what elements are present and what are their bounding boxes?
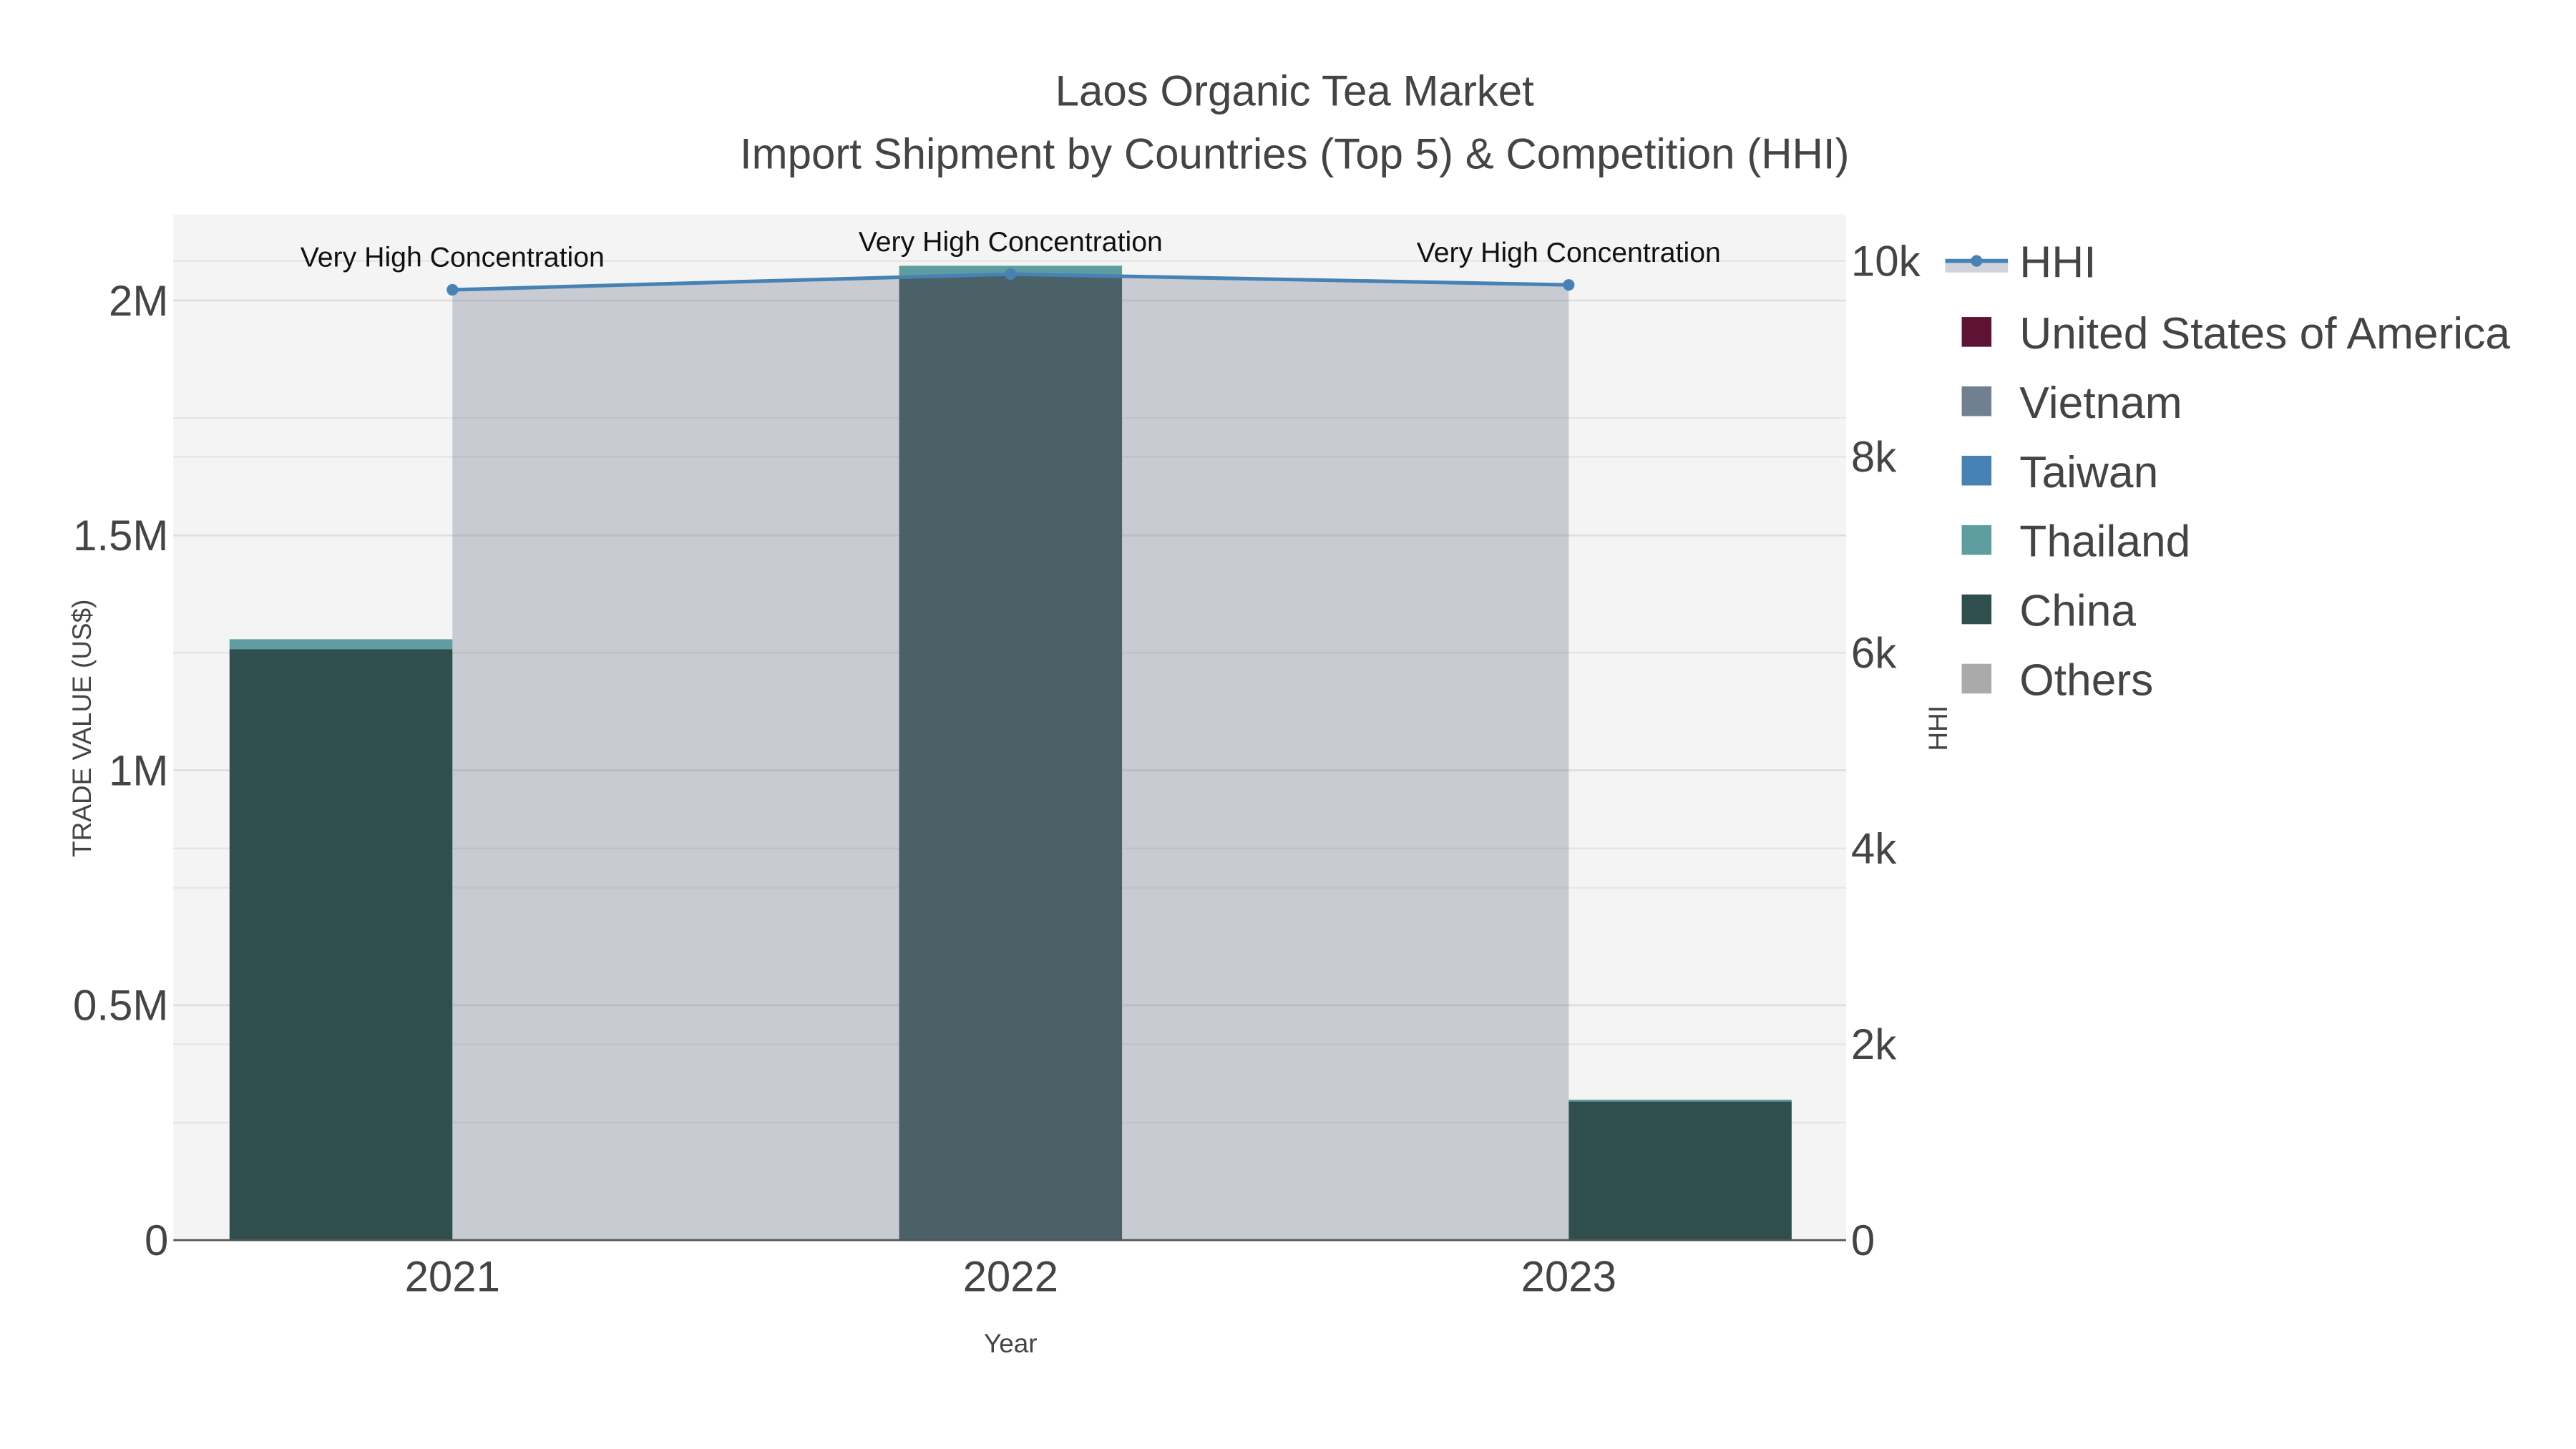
y-tick-label: 2M <box>109 277 168 325</box>
legend-swatch <box>1961 386 1992 416</box>
hhi-area <box>452 274 1569 1241</box>
y-tick-label: 0.5M <box>73 982 168 1030</box>
y-tick-label: 0 <box>145 1216 168 1264</box>
legend-label: Others <box>2019 656 2153 706</box>
hhi-point <box>447 283 459 296</box>
y2-tick-label: 6k <box>1851 629 1897 677</box>
legend-swatch <box>1961 594 1992 625</box>
bar-china <box>229 649 453 1241</box>
y2-tick-label: 0 <box>1851 1216 1875 1264</box>
y2-tick-label: 4k <box>1851 824 1897 872</box>
y-tick-label: 1M <box>109 746 168 794</box>
x-tick-label: 2021 <box>405 1253 500 1301</box>
legend-label: Vietnam <box>2019 379 2182 428</box>
hhi-annotation: Very High Concentration <box>1417 237 1721 268</box>
bar-china <box>1568 1101 1792 1241</box>
chart-subtitle: Import Shipment by Countries (Top 5) & C… <box>740 130 1850 177</box>
chart: Very High Concentration Very High Concent… <box>0 0 2576 1449</box>
bar-thailand <box>1568 1099 1792 1102</box>
x-tick-label: 2023 <box>1521 1253 1616 1301</box>
bar-thailand <box>229 639 453 650</box>
hhi-point <box>1563 279 1575 291</box>
legend-swatch <box>1961 525 1992 555</box>
y-axis-title: TRADE VALUE (US$) <box>67 600 97 857</box>
x-tick-label: 2022 <box>963 1253 1058 1301</box>
y2-axis-title: HHI <box>1923 706 1953 751</box>
legend-hhi-marker <box>1971 255 1983 267</box>
y2-tick-label: 8k <box>1851 433 1897 481</box>
legend-swatch <box>1961 455 1992 486</box>
legend-label-hhi: HHI <box>2019 238 2096 288</box>
x-axis-title: Year <box>984 1329 1038 1358</box>
chart-title: Laos Organic Tea Market <box>1055 67 1535 115</box>
legend-label: United States of America <box>2019 309 2510 358</box>
legend-label: Thailand <box>2019 517 2190 567</box>
y2-tick-label: 2k <box>1851 1020 1897 1068</box>
y2-tick-label: 10k <box>1851 237 1921 285</box>
legend-swatch <box>1961 663 1992 694</box>
legend-swatch <box>1961 317 1992 347</box>
legend-label: Taiwan <box>2019 448 2158 497</box>
y-tick-label: 1.5M <box>73 512 168 560</box>
hhi-annotation: Very High Concentration <box>301 242 605 273</box>
legend-label: China <box>2019 587 2136 636</box>
hhi-annotation: Very High Concentration <box>859 226 1163 258</box>
hhi-point <box>1005 268 1017 280</box>
